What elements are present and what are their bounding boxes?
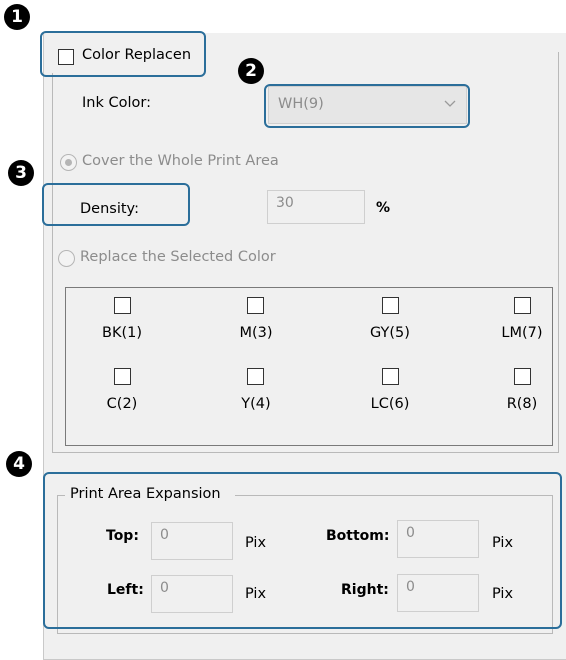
density-unit: % (376, 200, 391, 216)
color-checkbox-r8[interactable] (514, 368, 531, 385)
callout-badge-2: 2 (238, 58, 264, 84)
color-checkbox-c2[interactable] (114, 368, 131, 385)
replace-selected-radio[interactable] (58, 250, 75, 267)
color-checkbox-y4[interactable] (247, 368, 264, 385)
highlight-ink-color (264, 84, 470, 128)
color-checkbox-lm7[interactable] (514, 297, 531, 314)
callout-badge-4: 4 (6, 451, 32, 477)
density-input[interactable]: 30 (267, 190, 365, 224)
callout-badge-1: 1 (4, 4, 30, 30)
cover-whole-label: Cover the Whole Print Area (82, 153, 279, 169)
ink-color-label: Ink Color: (82, 95, 151, 111)
color-label-lm7: LM(7) (501, 325, 543, 341)
highlight-density (42, 183, 190, 226)
color-label-y4: Y(4) (241, 396, 271, 412)
color-label-lc6: LC(6) (370, 396, 410, 412)
color-checkbox-lc6[interactable] (382, 368, 399, 385)
color-checkbox-bk1[interactable] (114, 297, 131, 314)
replace-selected-label: Replace the Selected Color (80, 249, 276, 265)
color-checkbox-gy5[interactable] (382, 297, 399, 314)
highlight-color-replacement (40, 31, 206, 77)
cover-whole-radio[interactable] (60, 154, 77, 171)
color-label-m3: M(3) (239, 325, 273, 341)
color-label-bk1: BK(1) (102, 325, 142, 341)
density-value: 30 (276, 195, 294, 211)
color-label-r8: R(8) (506, 396, 538, 412)
color-checkbox-m3[interactable] (247, 297, 264, 314)
color-label-c2: C(2) (106, 396, 138, 412)
callout-badge-3: 3 (8, 160, 34, 186)
highlight-print-area-expansion (43, 472, 562, 629)
color-label-gy5: GY(5) (370, 325, 410, 341)
colors-group (65, 287, 553, 446)
radio-selected-dot (65, 159, 72, 166)
